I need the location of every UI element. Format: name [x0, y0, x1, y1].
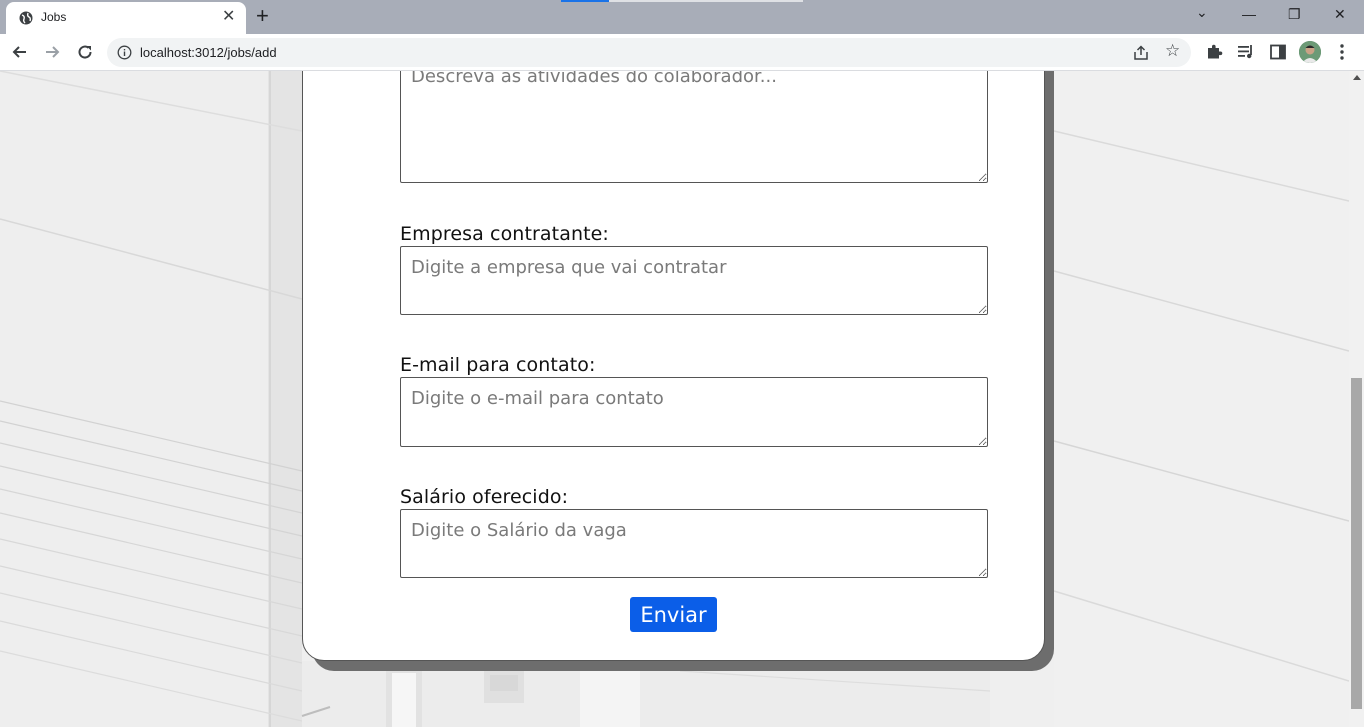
- page-scrollbar[interactable]: [1349, 71, 1364, 727]
- address-bar[interactable]: localhost:3012/jobs/add ☆: [107, 38, 1191, 67]
- avatar-photo: [1299, 41, 1321, 63]
- tab-search-dropdown-icon[interactable]: ⌄: [1196, 4, 1208, 21]
- browser-tab-bar: Jobs ✕ + ⌄ — ❐ ✕: [0, 0, 1364, 34]
- job-description-textarea[interactable]: [400, 71, 988, 183]
- close-window-icon[interactable]: ✕: [1334, 6, 1346, 23]
- reload-icon[interactable]: [75, 42, 95, 62]
- forward-arrow-icon[interactable]: [42, 42, 62, 62]
- kebab-menu-icon[interactable]: [1334, 41, 1350, 63]
- minimize-window-icon[interactable]: —: [1242, 6, 1256, 22]
- profile-avatar[interactable]: [1299, 41, 1321, 63]
- browser-tab[interactable]: Jobs ✕: [6, 2, 246, 34]
- url-text[interactable]: localhost:3012/jobs/add: [140, 45, 277, 60]
- browser-toolbar: localhost:3012/jobs/add ☆: [0, 34, 1364, 71]
- tab-title: Jobs: [41, 10, 67, 24]
- salary-textarea[interactable]: [400, 509, 988, 578]
- email-label: E-mail para contato:: [400, 354, 596, 376]
- scroll-up-arrow-icon[interactable]: [1353, 75, 1361, 80]
- media-queue-icon[interactable]: [1236, 42, 1256, 62]
- side-panel-icon[interactable]: [1268, 42, 1288, 62]
- back-arrow-icon[interactable]: [10, 42, 30, 62]
- submit-button[interactable]: Enviar: [630, 597, 717, 632]
- email-textarea[interactable]: [400, 377, 988, 447]
- company-label: Empresa contratante:: [400, 223, 609, 245]
- new-tab-button[interactable]: +: [256, 4, 269, 28]
- extensions-puzzle-icon[interactable]: [1204, 42, 1224, 62]
- page-viewport: Empresa contratante: E-mail para contato…: [0, 71, 1349, 727]
- close-tab-icon[interactable]: ✕: [222, 9, 235, 25]
- info-icon[interactable]: [117, 45, 132, 60]
- tab-strip-highlight: [561, 0, 609, 2]
- globe-icon: [19, 11, 33, 25]
- tab-strip-track: [609, 0, 803, 2]
- share-icon[interactable]: [1132, 44, 1150, 62]
- bookmark-star-icon[interactable]: ☆: [1165, 41, 1180, 61]
- scrollbar-thumb[interactable]: [1351, 378, 1362, 709]
- salary-label: Salário oferecido:: [400, 486, 569, 508]
- restore-window-icon[interactable]: ❐: [1288, 6, 1301, 23]
- company-textarea[interactable]: [400, 246, 988, 315]
